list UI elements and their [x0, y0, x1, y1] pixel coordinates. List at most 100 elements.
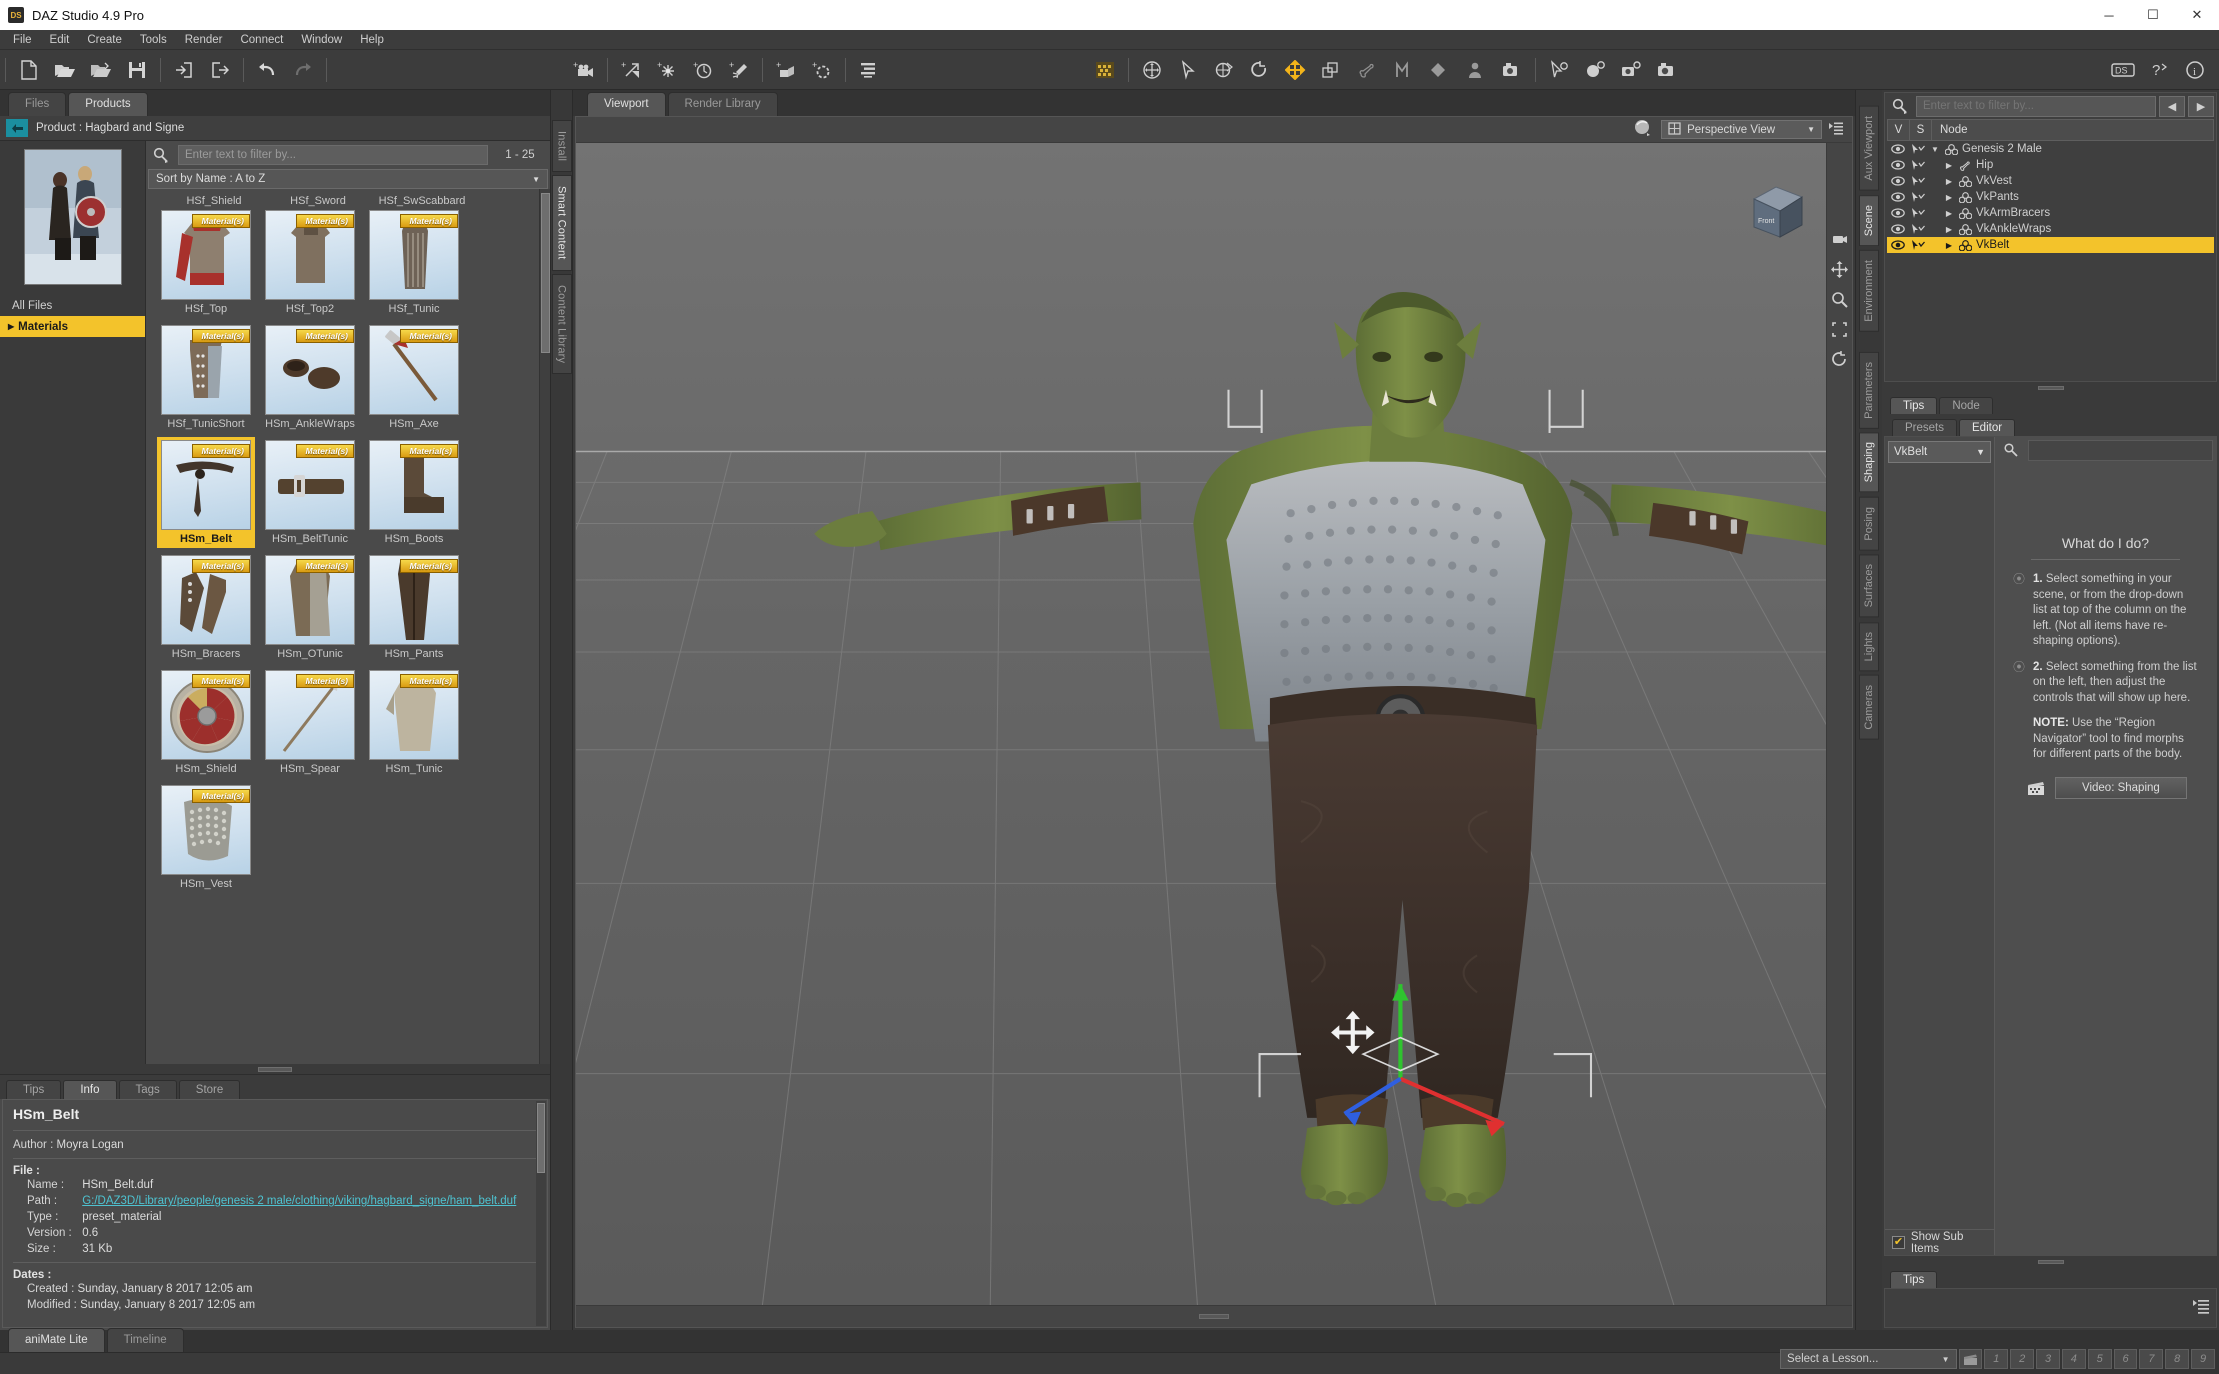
search-icon[interactable]	[148, 144, 174, 166]
help-question-icon[interactable]: ?	[2141, 53, 2177, 87]
selectable-icon[interactable]	[1910, 239, 1926, 251]
texture-grid-icon[interactable]	[1087, 53, 1123, 87]
open-recent-icon[interactable]	[83, 53, 119, 87]
expand-arrow-icon[interactable]: ▶	[1944, 209, 1954, 218]
scene-node-vkarmbracers[interactable]: ▶ VkArmBracers	[1887, 205, 2214, 221]
lesson-button-7[interactable]: 7	[2139, 1349, 2164, 1369]
tab-tips-bottom[interactable]: Tips	[1890, 1271, 1938, 1288]
rotate-tool-icon[interactable]	[1206, 53, 1242, 87]
grid-item[interactable]: Material(s) HSm_OTunic	[261, 552, 359, 663]
eye-icon[interactable]	[1890, 176, 1906, 186]
scene-list-icon[interactable]	[851, 53, 887, 87]
lesson-button-4[interactable]: 4	[2061, 1349, 2086, 1369]
grid-item[interactable]: Material(s) HSm_Tunic	[365, 667, 463, 778]
show-sub-items-row[interactable]: ✔ Show Sub Items	[1885, 1229, 1994, 1255]
grid-item[interactable]: Material(s) HSf_Top	[157, 207, 255, 318]
grid-item[interactable]: Material(s) HSm_Axe	[365, 322, 463, 433]
expand-arrow-icon[interactable]: ▼	[1930, 145, 1940, 154]
vtab-smart-content[interactable]: Smart Content	[551, 175, 572, 271]
tab-files[interactable]: Files	[8, 92, 67, 116]
file-tree-item-all-files[interactable]: All Files	[0, 295, 145, 316]
universal-tool-icon[interactable]	[1134, 53, 1170, 87]
maximize-button[interactable]: ☐	[2131, 0, 2175, 30]
scene-node-vkanklewraps[interactable]: ▶ VkAnkleWraps	[1887, 221, 2214, 237]
vtab-install[interactable]: Install	[551, 120, 572, 173]
shaping-search-input[interactable]	[2028, 439, 2213, 461]
open-folder-icon[interactable]	[47, 53, 83, 87]
selectable-icon[interactable]	[1910, 159, 1926, 171]
selectable-icon[interactable]	[1910, 143, 1926, 155]
expand-arrow-icon[interactable]: ▶	[1944, 161, 1954, 170]
bottom-right-splitter[interactable]	[1882, 1258, 2219, 1266]
scene-node-vkpants[interactable]: ▶ VkPants	[1887, 189, 2214, 205]
sort-selector[interactable]: Sort by Name : A to Z ▼	[148, 169, 548, 189]
camera-settings-icon[interactable]	[1613, 53, 1649, 87]
ds-connect-icon[interactable]: DS	[2105, 53, 2141, 87]
arrow-left-icon[interactable]: ◀	[2159, 95, 2185, 117]
zoom-view-icon[interactable]	[1831, 291, 1848, 311]
content-filter-input[interactable]	[178, 145, 488, 165]
eye-icon[interactable]	[1890, 192, 1906, 202]
grid-item-selected[interactable]: Material(s) HSm_Belt	[157, 437, 255, 548]
video-shaping-button[interactable]: Video: Shaping	[2055, 776, 2187, 799]
reset-view-icon[interactable]	[1831, 351, 1848, 371]
expand-arrow-icon[interactable]: ▶	[1944, 193, 1954, 202]
viewport-bottom-splitter[interactable]	[576, 1305, 1852, 1327]
grid-item[interactable]: Material(s) HSm_Bracers	[157, 552, 255, 663]
tab-render-library[interactable]: Render Library	[667, 92, 778, 116]
selectable-icon[interactable]	[1910, 175, 1926, 187]
selectable-icon[interactable]	[1910, 207, 1926, 219]
viewport-canvas[interactable]: Front	[576, 143, 1852, 1305]
tab-tips[interactable]: Tips	[6, 1080, 62, 1099]
pan-view-icon[interactable]	[1831, 261, 1848, 281]
grid-item[interactable]: Material(s) HSm_Boots	[365, 437, 463, 548]
lesson-button-8[interactable]: 8	[2165, 1349, 2190, 1369]
grid-item[interactable]: Material(s) HSm_Vest	[157, 782, 255, 893]
eye-icon[interactable]	[1890, 224, 1906, 234]
scene-filter-input[interactable]	[1916, 95, 2156, 117]
tab-info[interactable]: Info	[63, 1080, 117, 1099]
grid-item[interactable]: Material(s) HSm_Shield	[157, 667, 255, 778]
expand-arrow-icon[interactable]: ▶	[1944, 241, 1954, 250]
grid-scrollbar[interactable]	[539, 189, 550, 1064]
tab-store[interactable]: Store	[178, 1080, 241, 1099]
expand-arrow-icon[interactable]: ▶	[1944, 177, 1954, 186]
tab-presets[interactable]: Presets	[1892, 419, 1957, 436]
add-distant-light-icon[interactable]: +	[613, 53, 649, 87]
tab-tags[interactable]: Tags	[118, 1080, 177, 1099]
scene-node-hip[interactable]: ▶ Hip	[1887, 157, 2214, 173]
tab-node[interactable]: Node	[1939, 397, 1993, 414]
minimize-button[interactable]: ─	[2087, 0, 2131, 30]
shaping-object-selector[interactable]: VkBelt ▼	[1888, 441, 1991, 463]
lesson-button-6[interactable]: 6	[2113, 1349, 2138, 1369]
add-point-light-icon[interactable]: +	[649, 53, 685, 87]
vtab-lights[interactable]: Lights	[1859, 621, 1879, 672]
render-camera-icon[interactable]	[1494, 53, 1530, 87]
menu-help[interactable]: Help	[351, 32, 393, 48]
eye-icon[interactable]	[1890, 144, 1906, 154]
rotate-circle-icon[interactable]	[1242, 53, 1278, 87]
cursor-settings-icon[interactable]	[1541, 53, 1577, 87]
info-icon[interactable]: i	[2177, 53, 2213, 87]
vtab-parameters[interactable]: Parameters	[1859, 351, 1879, 429]
back-arrow-icon[interactable]	[6, 119, 28, 137]
tab-products[interactable]: Products	[68, 92, 148, 116]
search-icon[interactable]	[1887, 95, 1913, 117]
add-light-icon[interactable]: +	[721, 53, 757, 87]
scene-node-vkvest[interactable]: ▶ VkVest	[1887, 173, 2214, 189]
menu-tools[interactable]: Tools	[131, 32, 176, 48]
selectable-icon[interactable]	[1910, 191, 1926, 203]
grid-item[interactable]: Material(s) HSm_Pants	[365, 552, 463, 663]
add-camera-icon[interactable]: +	[566, 53, 602, 87]
add-spotlight-icon[interactable]: +	[685, 53, 721, 87]
lesson-button-5[interactable]: 5	[2087, 1349, 2112, 1369]
tab-animate-lite[interactable]: aniMate Lite	[8, 1328, 105, 1352]
menu-create[interactable]: Create	[78, 32, 131, 48]
scene-node-genesis-2-male[interactable]: ▼ Genesis 2 Male	[1887, 141, 2214, 157]
eye-icon[interactable]	[1890, 208, 1906, 218]
selectable-icon[interactable]	[1910, 223, 1926, 235]
add-null-icon[interactable]: +	[804, 53, 840, 87]
eye-icon[interactable]	[1890, 240, 1906, 250]
grid-item[interactable]: Material(s) HSf_Top2	[261, 207, 359, 318]
lesson-button-3[interactable]: 3	[2036, 1349, 2060, 1369]
